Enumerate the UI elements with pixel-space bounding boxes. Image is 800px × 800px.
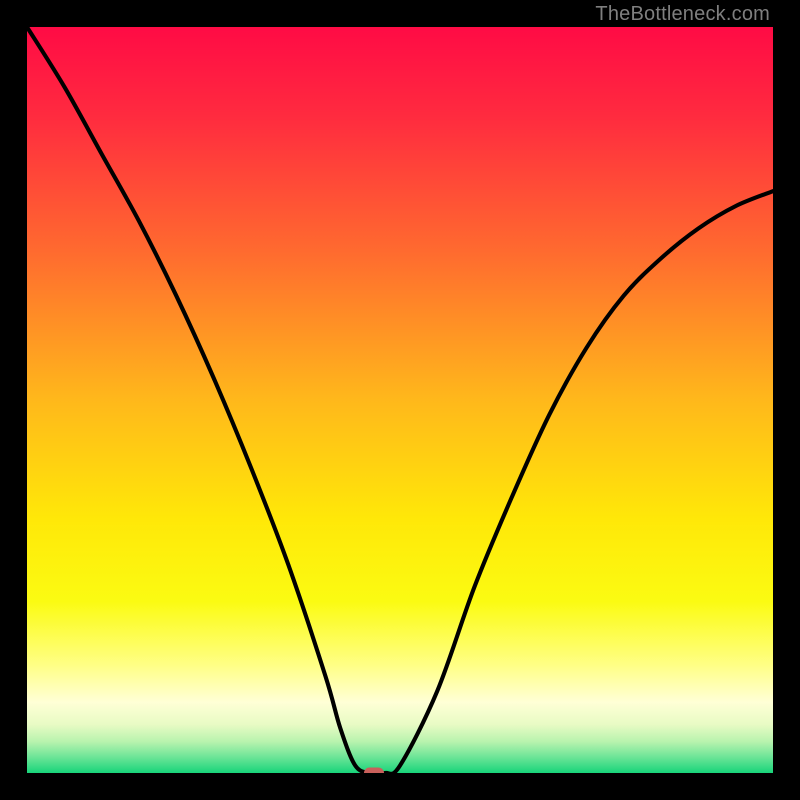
watermark-text: TheBottleneck.com	[595, 3, 770, 26]
plot-frame	[27, 27, 773, 773]
min-marker	[364, 768, 384, 774]
bottleneck-curve	[27, 27, 773, 773]
